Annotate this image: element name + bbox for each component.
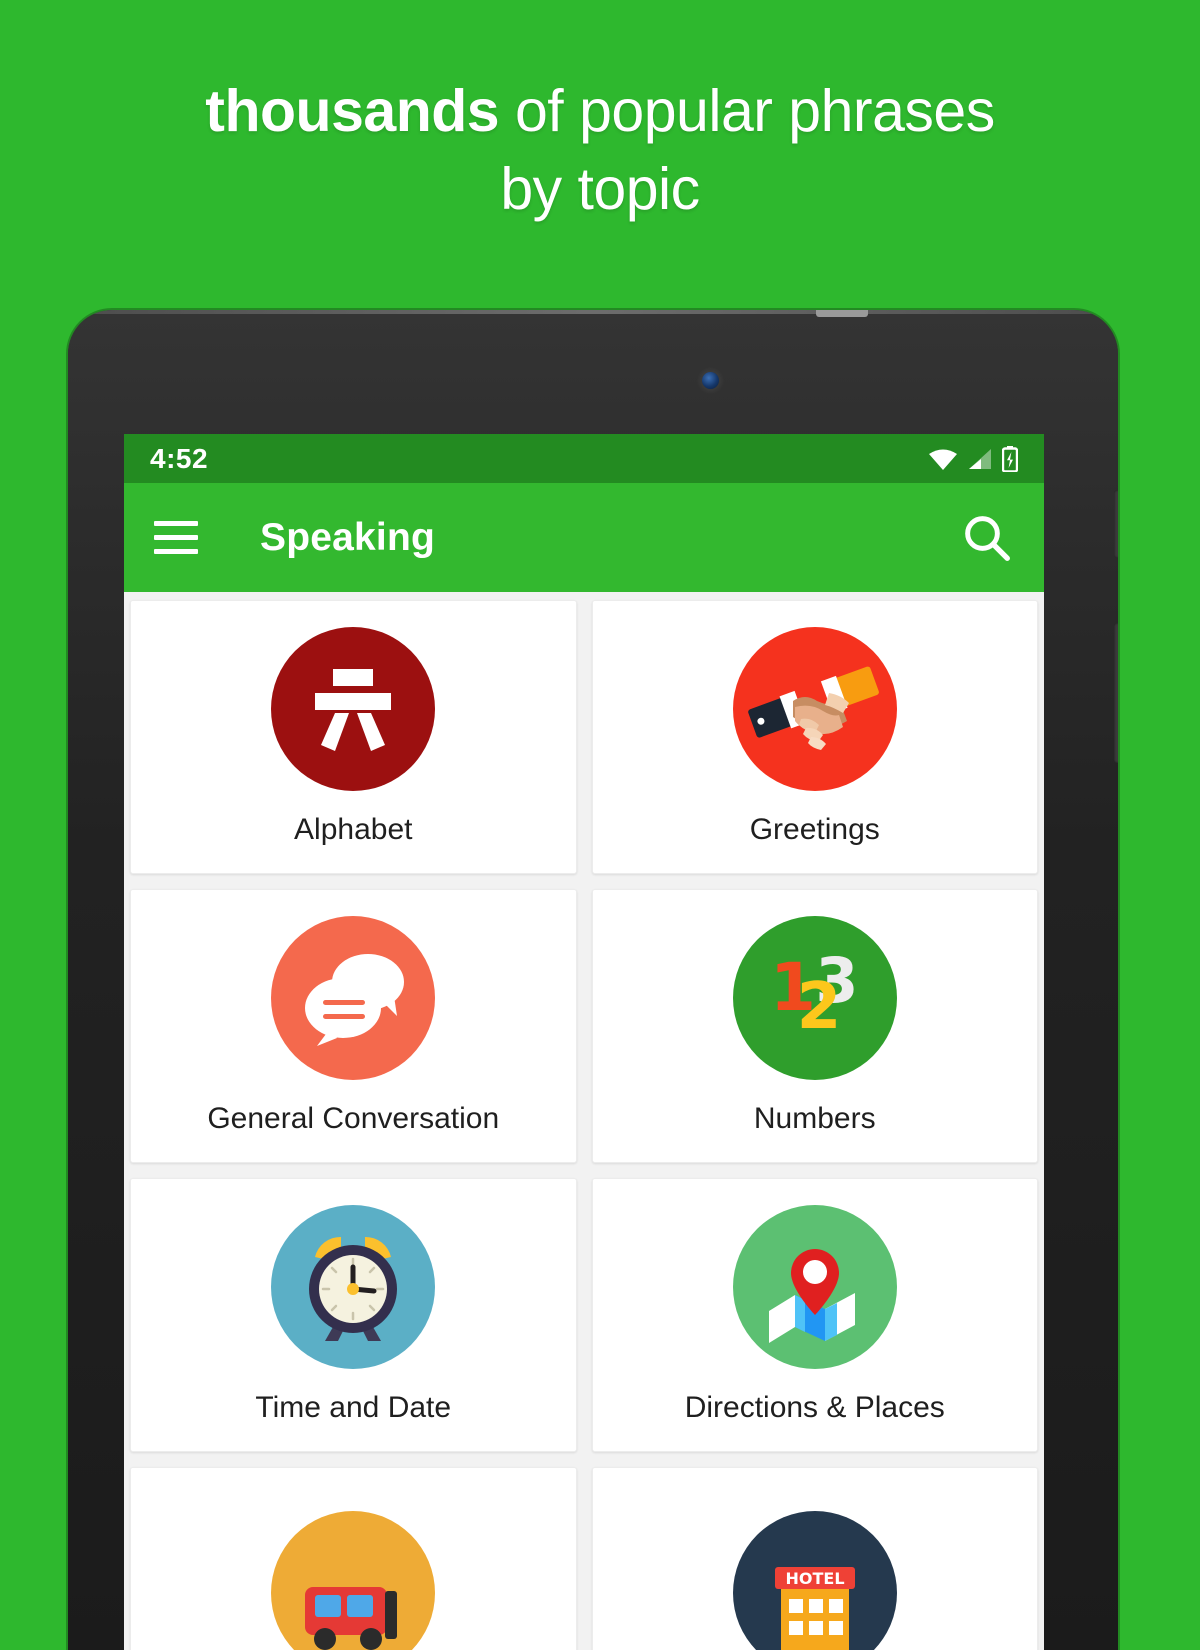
korean-letter-glyph — [315, 669, 392, 751]
category-card-directions-places[interactable]: Directions & Places — [591, 1178, 1038, 1452]
speaker-notch — [816, 310, 868, 317]
device-bezel: 4:52 Speaking Alphabet Greetings General… — [68, 310, 1118, 1650]
promo-bold-word: thousands — [205, 78, 500, 144]
promo-headline: thousands of popular phrases by topic — [0, 72, 1200, 228]
page-title: Speaking — [260, 515, 435, 559]
hotel-sign-text: HOTEL — [785, 1569, 844, 1588]
status-clock: 4:52 — [150, 442, 209, 474]
one-two-three-icon: 3 1 2 — [732, 916, 897, 1080]
tablet-device: 4:52 Speaking Alphabet Greetings General… — [68, 310, 1118, 1650]
wifi-icon — [929, 449, 957, 470]
hamburger-bar — [154, 549, 198, 554]
cell-signal-icon — [969, 448, 991, 469]
volume-up-button[interactable] — [1114, 490, 1118, 558]
map-pin-icon — [732, 1205, 897, 1369]
alarm-clock-icon — [271, 1205, 436, 1369]
svg-text:2: 2 — [796, 970, 841, 1044]
hamburger-bar — [154, 535, 198, 540]
device-screen: 4:52 Speaking Alphabet Greetings General… — [124, 434, 1044, 1650]
promo-rest: of popular phrases — [499, 78, 995, 144]
handshake-icon — [732, 627, 897, 791]
hamburger-bar — [154, 521, 198, 526]
category-label: Directions & Places — [684, 1391, 945, 1424]
category-label: Time and Date — [255, 1391, 452, 1424]
category-card-alphabet[interactable]: Alphabet — [130, 600, 577, 874]
category-card-transport[interactable] — [130, 1467, 577, 1650]
volume-down-button[interactable] — [1114, 623, 1118, 763]
category-card-hotel[interactable]: HOTEL — [591, 1467, 1038, 1650]
category-card-numbers[interactable]: 3 1 2 Numbers — [591, 889, 1038, 1163]
battery-charging-icon — [1002, 445, 1018, 472]
speech-bubbles-icon — [271, 916, 436, 1080]
bezel-top-highlight — [68, 310, 1118, 314]
handshake-glyph — [747, 666, 879, 750]
map-pin-glyph — [768, 1249, 855, 1343]
korean-letter-icon — [271, 627, 436, 791]
promo-line-1: thousands of popular phrases — [0, 72, 1200, 150]
category-card-general-conversation[interactable]: General Conversation — [130, 889, 577, 1163]
bus-transport-glyph — [305, 1587, 398, 1650]
category-card-time-and-date[interactable]: Time and Date — [130, 1178, 577, 1452]
app-bar: Speaking — [124, 483, 1044, 592]
hotel-building-glyph: HOTEL — [774, 1567, 855, 1650]
category-label: General Conversation — [207, 1102, 500, 1135]
category-label: Greetings — [749, 813, 880, 846]
category-grid: Alphabet Greetings General Conversation … — [124, 592, 1044, 1650]
one-two-three-glyph: 3 1 2 — [770, 944, 859, 1044]
category-card-greetings[interactable]: Greetings — [591, 600, 1038, 874]
search-icon[interactable] — [960, 511, 1014, 565]
category-label: Alphabet — [294, 813, 413, 846]
status-bar: 4:52 — [124, 434, 1044, 483]
front-camera-lens-icon — [702, 372, 719, 389]
hamburger-menu-icon[interactable] — [154, 521, 198, 554]
category-label: Numbers — [753, 1102, 876, 1135]
hotel-building-icon: HOTEL — [732, 1511, 897, 1650]
speech-bubbles-glyph — [305, 954, 405, 1046]
promo-line-2: by topic — [500, 156, 700, 222]
status-icon-tray — [928, 445, 1018, 472]
alarm-clock-glyph — [309, 1236, 398, 1341]
bus-transport-icon — [271, 1511, 436, 1650]
